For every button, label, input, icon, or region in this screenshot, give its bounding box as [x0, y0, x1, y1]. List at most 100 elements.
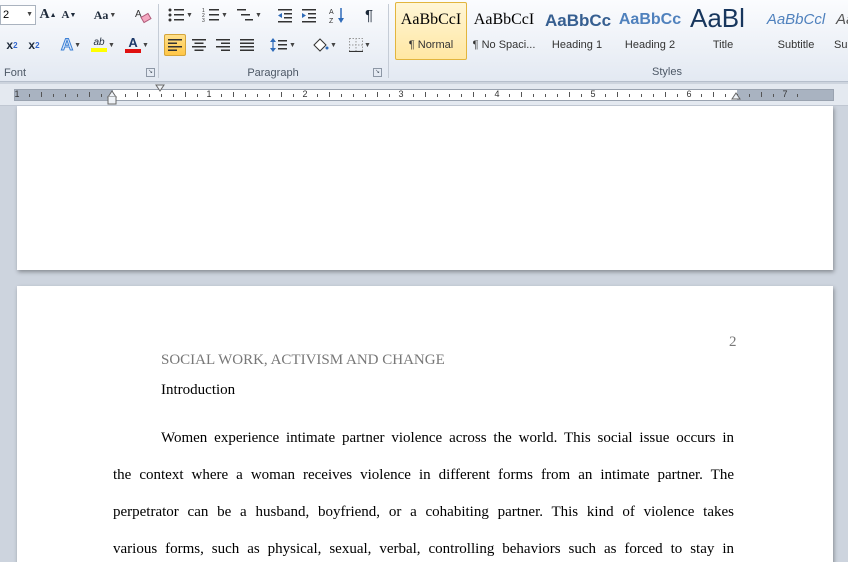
text-effects-button[interactable]: A ▼ [56, 34, 86, 56]
increase-indent-icon [302, 9, 316, 23]
paragraph-group-label: Paragraph [247, 67, 299, 79]
left-indent-icon[interactable] [107, 96, 117, 106]
horizontal-ruler[interactable]: 1 1 2 3 4 5 6 7 [0, 84, 848, 106]
ruler-tick [185, 92, 186, 97]
style-no-spacing[interactable]: AaBbCcI ¶ No Spaci... [468, 2, 540, 60]
bullets-icon [168, 8, 185, 22]
ruler-tick [233, 92, 234, 97]
style-name: Heading 2 [624, 39, 676, 51]
decrease-indent-button[interactable] [274, 4, 296, 26]
change-case-icon: Aa [93, 7, 109, 22]
page-1[interactable] [17, 106, 833, 270]
justify-button[interactable] [236, 34, 258, 56]
font-group: 2 ▼ A ▲ A ▼ Aa ▼ A x2 x2 A ▼ ab ▼ A ▼ Fo… [0, 0, 158, 82]
highlight-icon: ab [91, 38, 108, 52]
numbering-button[interactable]: 1 2 3 ▼ [200, 4, 230, 26]
shrink-font-button[interactable]: A ▼ [60, 4, 78, 26]
style-subtle-emphasis[interactable]: Aa Sub [833, 2, 848, 60]
style-normal[interactable]: AaBbCcI ¶ Normal [395, 2, 467, 60]
paragraph-dialog-launcher-icon[interactable]: ↘ [373, 68, 382, 77]
ruler-tick [629, 94, 630, 97]
ruler-tick [53, 94, 54, 97]
font-dialog-launcher-icon[interactable]: ↘ [146, 68, 155, 77]
superscript-button[interactable]: x2 [24, 34, 44, 56]
style-name: Sub [834, 39, 848, 51]
style-sample: AaBbCc [618, 11, 682, 28]
ruler-tick [149, 94, 150, 97]
ruler-tick [353, 94, 354, 97]
align-center-icon [192, 39, 206, 51]
font-color-icon: A [125, 36, 142, 53]
chevron-down-icon[interactable]: ▼ [26, 6, 33, 24]
style-sample: AaBl [690, 3, 745, 33]
line-spacing-icon [270, 38, 288, 52]
style-subtitle[interactable]: AaBbCcl Subtitle [760, 2, 832, 60]
body-text-line: the context where a woman receives viole… [113, 467, 734, 483]
line-spacing-button[interactable]: ▼ [268, 34, 298, 56]
style-sample: AaBbCc [545, 11, 612, 30]
ruler-tick [173, 94, 174, 97]
clear-formatting-button[interactable]: A [132, 4, 154, 26]
multilevel-list-icon [237, 9, 254, 21]
grow-font-button[interactable]: A ▲ [39, 4, 57, 26]
align-center-button[interactable] [188, 34, 210, 56]
paragraph-group: ▼ 1 2 3 ▼ ▼ AZ ¶ ▼ ▼ ▼ Paragraph ↘ [160, 0, 386, 82]
multilevel-list-button[interactable]: ▼ [234, 4, 264, 26]
ruler-tick [701, 94, 702, 97]
justify-icon [240, 39, 254, 51]
font-group-label: Font [4, 67, 27, 79]
subscript-button[interactable]: x2 [2, 34, 22, 56]
ruler-tick [377, 92, 378, 97]
shading-button[interactable]: ▼ [308, 34, 340, 56]
ruler-tick [161, 94, 162, 97]
font-color-button[interactable]: A ▼ [122, 34, 152, 56]
document-area[interactable]: 2 SOCIAL WORK, ACTIVISM AND CHANGE Intro… [0, 106, 848, 562]
body-text-line: perpetrator can be a husband, boyfriend,… [113, 504, 734, 520]
clear-formatting-icon: A [135, 9, 152, 24]
ruler-tick [773, 94, 774, 97]
right-indent-icon[interactable] [731, 90, 741, 100]
body-text-line: Women experience intimate partner violen… [161, 430, 734, 446]
ruler-number: 1 [14, 89, 20, 99]
ruler-number: 2 [302, 89, 308, 99]
sort-button[interactable]: AZ [326, 4, 348, 26]
ruler-tick [281, 92, 282, 97]
ribbon: 2 ▼ A ▲ A ▼ Aa ▼ A x2 x2 A ▼ ab ▼ A ▼ Fo… [0, 0, 848, 82]
ruler-track: 1 1 2 3 4 5 6 7 [14, 89, 834, 101]
ruler-number: 7 [782, 89, 788, 99]
font-size-box[interactable]: 2 ▼ [0, 5, 36, 25]
ruler-tick [389, 94, 390, 97]
style-heading-1[interactable]: AaBbCc Heading 1 [541, 2, 613, 60]
align-left-button[interactable] [164, 34, 186, 56]
ruler-tick [797, 94, 798, 97]
style-name: Title [712, 39, 734, 51]
ruler-tick [89, 92, 90, 97]
style-name: ¶ Normal [408, 39, 454, 51]
align-right-icon [216, 39, 230, 51]
style-sample: AaBbCcl [766, 11, 826, 28]
ruler-tick [449, 94, 450, 97]
bullets-button[interactable]: ▼ [166, 4, 194, 26]
borders-button[interactable]: ▼ [344, 34, 376, 56]
change-case-button[interactable]: Aa ▼ [90, 4, 120, 26]
ruler-tick [197, 94, 198, 97]
ruler-tick [293, 94, 294, 97]
style-title[interactable]: AaBl Title [687, 2, 759, 60]
style-heading-2[interactable]: AaBbCc Heading 2 [614, 2, 686, 60]
ruler-tick [485, 94, 486, 97]
style-name: Subtitle [777, 39, 815, 51]
ruler-tick [605, 94, 606, 97]
highlight-button[interactable]: ab ▼ [88, 34, 118, 56]
sort-icon: AZ [329, 8, 344, 24]
ruler-tick [617, 92, 618, 97]
first-line-indent-icon[interactable] [155, 84, 165, 94]
increase-indent-button[interactable] [298, 4, 320, 26]
page-2[interactable]: 2 SOCIAL WORK, ACTIVISM AND CHANGE Intro… [17, 286, 833, 562]
borders-icon [349, 38, 364, 52]
align-right-button[interactable] [212, 34, 234, 56]
ruler-number: 1 [206, 89, 212, 99]
ruler-tick [557, 94, 558, 97]
paint-bucket-icon [313, 38, 329, 52]
show-formatting-marks-button[interactable]: ¶ [358, 4, 380, 26]
ruler-tick [749, 94, 750, 97]
